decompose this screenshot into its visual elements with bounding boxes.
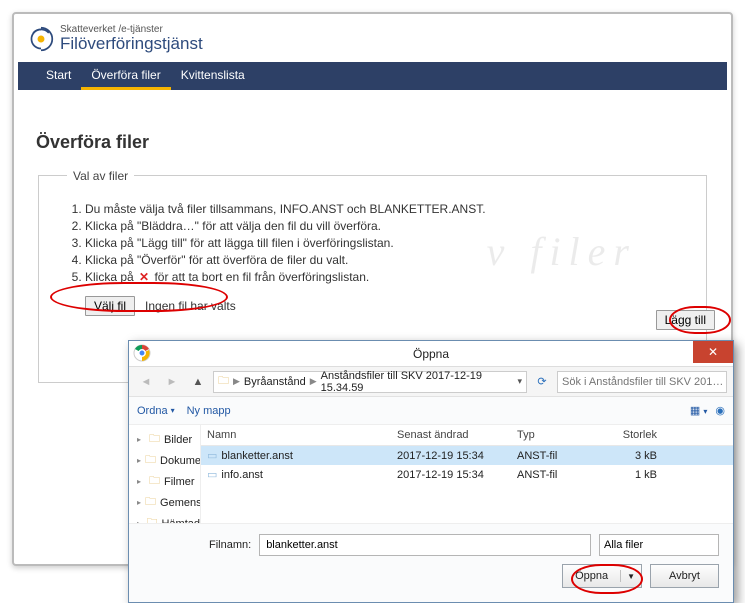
sidebar-item-filmer[interactable]: ▸🗀Filmer — [137, 471, 200, 492]
file-row-info[interactable]: ▭info.anst 2017-12-19 15:34 ANST-fil 1 k… — [201, 465, 733, 484]
dialog-close-button[interactable]: ✕ — [693, 341, 733, 363]
dialog-title: Öppna — [413, 347, 449, 361]
nav-forward-icon[interactable]: ► — [161, 372, 183, 392]
instruction-list: Du måste välja två filer tillsammans, IN… — [67, 202, 686, 284]
fieldset-legend: Val av filer — [67, 169, 134, 183]
new-folder-button[interactable]: Ny mapp — [187, 405, 231, 417]
nav-back-icon[interactable]: ◄ — [135, 372, 157, 392]
view-options-icon[interactable]: ▦ ▾ — [690, 404, 707, 417]
folder-icon: 🗀 — [218, 372, 229, 391]
choose-file-button[interactable]: Välj fil — [85, 296, 135, 316]
filename-input[interactable] — [259, 534, 591, 556]
file-status-text: Ingen fil har valts — [139, 297, 242, 315]
col-type[interactable]: Typ — [517, 429, 597, 441]
sidebar-item-gemensam[interactable]: ▸🗀Gemensa — [137, 492, 200, 513]
chevron-down-icon[interactable]: ▾ — [517, 376, 522, 387]
filename-label: Filnamn: — [209, 539, 251, 551]
sidebar-item-dokument[interactable]: ▸🗀Dokume — [137, 450, 200, 471]
breadcrumb-part-1[interactable]: Byråanstånd — [244, 376, 306, 388]
search-input[interactable] — [557, 371, 727, 393]
page-title: Överföra filer — [36, 132, 709, 153]
instruction-1: Du måste välja två filer tillsammans, IN… — [85, 202, 686, 216]
instruction-5: Klicka på ✕ för att ta bort en fil från … — [85, 270, 686, 284]
organize-menu[interactable]: Ordna▾ — [137, 405, 175, 417]
breadcrumb-part-2[interactable]: Anståndsfiler till SKV 2017-12-19 15.34.… — [321, 370, 514, 394]
tab-kvittenslista[interactable]: Kvittenslista — [171, 62, 255, 90]
main-tabs: Start Överföra filer Kvittenslista — [18, 62, 727, 90]
instruction-2: Klicka på "Bläddra…" för att välja den f… — [85, 219, 686, 233]
file-row-blanketter[interactable]: ▭blanketter.anst 2017-12-19 15:34 ANST-f… — [201, 446, 733, 465]
skatteverket-logo-icon — [28, 26, 54, 52]
remove-x-icon: ✕ — [137, 270, 151, 284]
file-open-dialog: Öppna ✕ ◄ ► ▲ 🗀 ▶ Byråanstånd ▶ Anstånds… — [128, 340, 734, 603]
file-icon: ▭ — [207, 469, 217, 481]
refresh-icon[interactable]: ⟳ — [531, 375, 553, 388]
open-button[interactable]: Öppna ▼ — [562, 564, 642, 588]
breadcrumb[interactable]: 🗀 ▶ Byråanstånd ▶ Anståndsfiler till SKV… — [213, 371, 527, 393]
file-list-header: Namn Senast ändrad Typ Storlek — [201, 425, 733, 446]
instruction-3: Klicka på "Lägg till" för att lägga till… — [85, 236, 686, 250]
help-icon[interactable]: ◉ — [715, 404, 725, 417]
sidebar-item-hamtade[interactable]: ▸🗀Hämtad — [137, 513, 200, 523]
tab-overfora-filer[interactable]: Överföra filer — [81, 62, 170, 90]
sidebar-item-bilder[interactable]: ▸🗀Bilder — [137, 429, 200, 450]
open-dropdown-icon[interactable]: ▼ — [621, 572, 641, 581]
col-size[interactable]: Storlek — [597, 429, 657, 441]
chrome-icon — [133, 344, 151, 362]
tab-start[interactable]: Start — [36, 62, 81, 90]
nav-up-icon[interactable]: ▲ — [187, 372, 209, 392]
header-title: Filöverföringstjänst — [60, 35, 203, 54]
col-date[interactable]: Senast ändrad — [397, 429, 517, 441]
file-icon: ▭ — [207, 450, 217, 462]
add-file-button[interactable]: Lägg till — [656, 310, 715, 330]
cancel-button[interactable]: Avbryt — [650, 564, 719, 588]
col-name[interactable]: Namn — [207, 429, 397, 441]
file-type-select[interactable] — [599, 534, 719, 556]
app-header: Skatteverket /e-tjänster Filöverföringst… — [18, 18, 727, 54]
folder-tree: ▸🗀Bilder ▸🗀Dokume ▸🗀Filmer ▸🗀Gemensa ▸🗀H… — [129, 425, 201, 523]
instruction-4: Klicka på "Överför" för att överföra de … — [85, 253, 686, 267]
